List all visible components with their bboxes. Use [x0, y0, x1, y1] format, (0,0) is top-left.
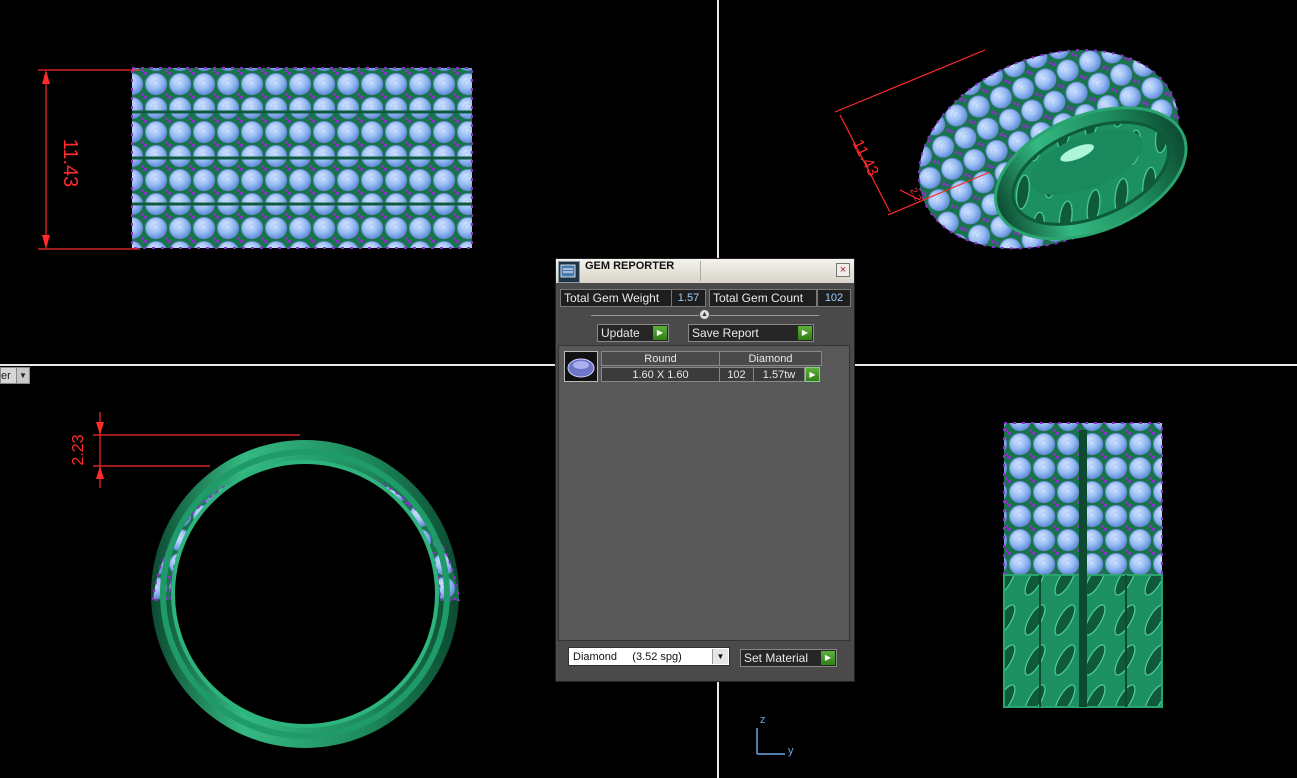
- gem-reporter-dialog[interactable]: GEM REPORTER × Total Gem Weight 1.57 Tot…: [555, 258, 855, 682]
- gem-list[interactable]: [558, 345, 850, 641]
- chevron-down-icon[interactable]: ▼: [712, 649, 728, 664]
- close-icon[interactable]: ×: [836, 263, 850, 277]
- axis-indicator: [756, 728, 785, 755]
- side-view[interactable]: [93, 412, 461, 748]
- save-report-button-label: Save Report: [692, 326, 759, 340]
- total-gem-weight-value: 1.57: [671, 289, 706, 307]
- update-button[interactable]: Update ▶: [597, 324, 669, 342]
- dialog-title: GEM REPORTER: [585, 260, 675, 272]
- play-arrow-icon: ▶: [653, 326, 667, 340]
- total-gem-weight-label: Total Gem Weight: [560, 289, 672, 307]
- dialog-title-bar[interactable]: GEM REPORTER ×: [556, 259, 854, 283]
- side-dimension-label: 2.23: [70, 434, 87, 465]
- collapse-toggle-icon[interactable]: ▲: [699, 309, 710, 320]
- set-material-button-label: Set Material: [744, 651, 809, 665]
- play-arrow-icon: ▶: [821, 651, 835, 665]
- round-gem-thumbnail-icon: [564, 351, 598, 382]
- gem-row-play-icon[interactable]: ▶: [805, 367, 820, 382]
- gem-shape-header: Round: [601, 351, 720, 366]
- gem-count-cell: 102: [719, 367, 754, 382]
- material-select[interactable]: Diamond (3.52 spg) ▼: [568, 647, 730, 666]
- save-report-button[interactable]: Save Report ▶: [688, 324, 814, 342]
- material-select-value: Diamond (3.52 spg): [573, 651, 682, 663]
- front-dimension-label: 11.43: [59, 139, 81, 188]
- play-arrow-icon: ▶: [798, 326, 812, 340]
- title-tab-separator: [700, 261, 701, 281]
- z-axis-label: z: [760, 714, 766, 726]
- total-gem-count-label: Total Gem Count: [709, 289, 817, 307]
- gem-reporter-icon: [558, 261, 580, 283]
- y-axis-label: y: [788, 745, 794, 757]
- set-material-button[interactable]: Set Material ▶: [740, 649, 837, 667]
- gem-reporter-icon-graphic: [560, 264, 576, 278]
- front-view[interactable]: [38, 67, 473, 250]
- viewport-label-text: er: [1, 370, 11, 382]
- gem-weight-cell: 1.57tw: [753, 367, 805, 382]
- total-gem-count-value: 102: [817, 289, 851, 307]
- chevron-down-icon[interactable]: ▼: [16, 368, 29, 383]
- gem-size-cell: 1.60 X 1.60: [601, 367, 720, 382]
- perspective-view[interactable]: [834, 13, 1210, 288]
- perspective-dimension-label: 11.43: [849, 137, 882, 179]
- update-button-label: Update: [601, 326, 640, 340]
- viewport-label-dropdown[interactable]: er ▼: [0, 367, 30, 384]
- top-view[interactable]: [1003, 422, 1163, 708]
- gem-material-header: Diamond: [719, 351, 822, 366]
- round-gem-thumbnail-graphic: [567, 358, 595, 378]
